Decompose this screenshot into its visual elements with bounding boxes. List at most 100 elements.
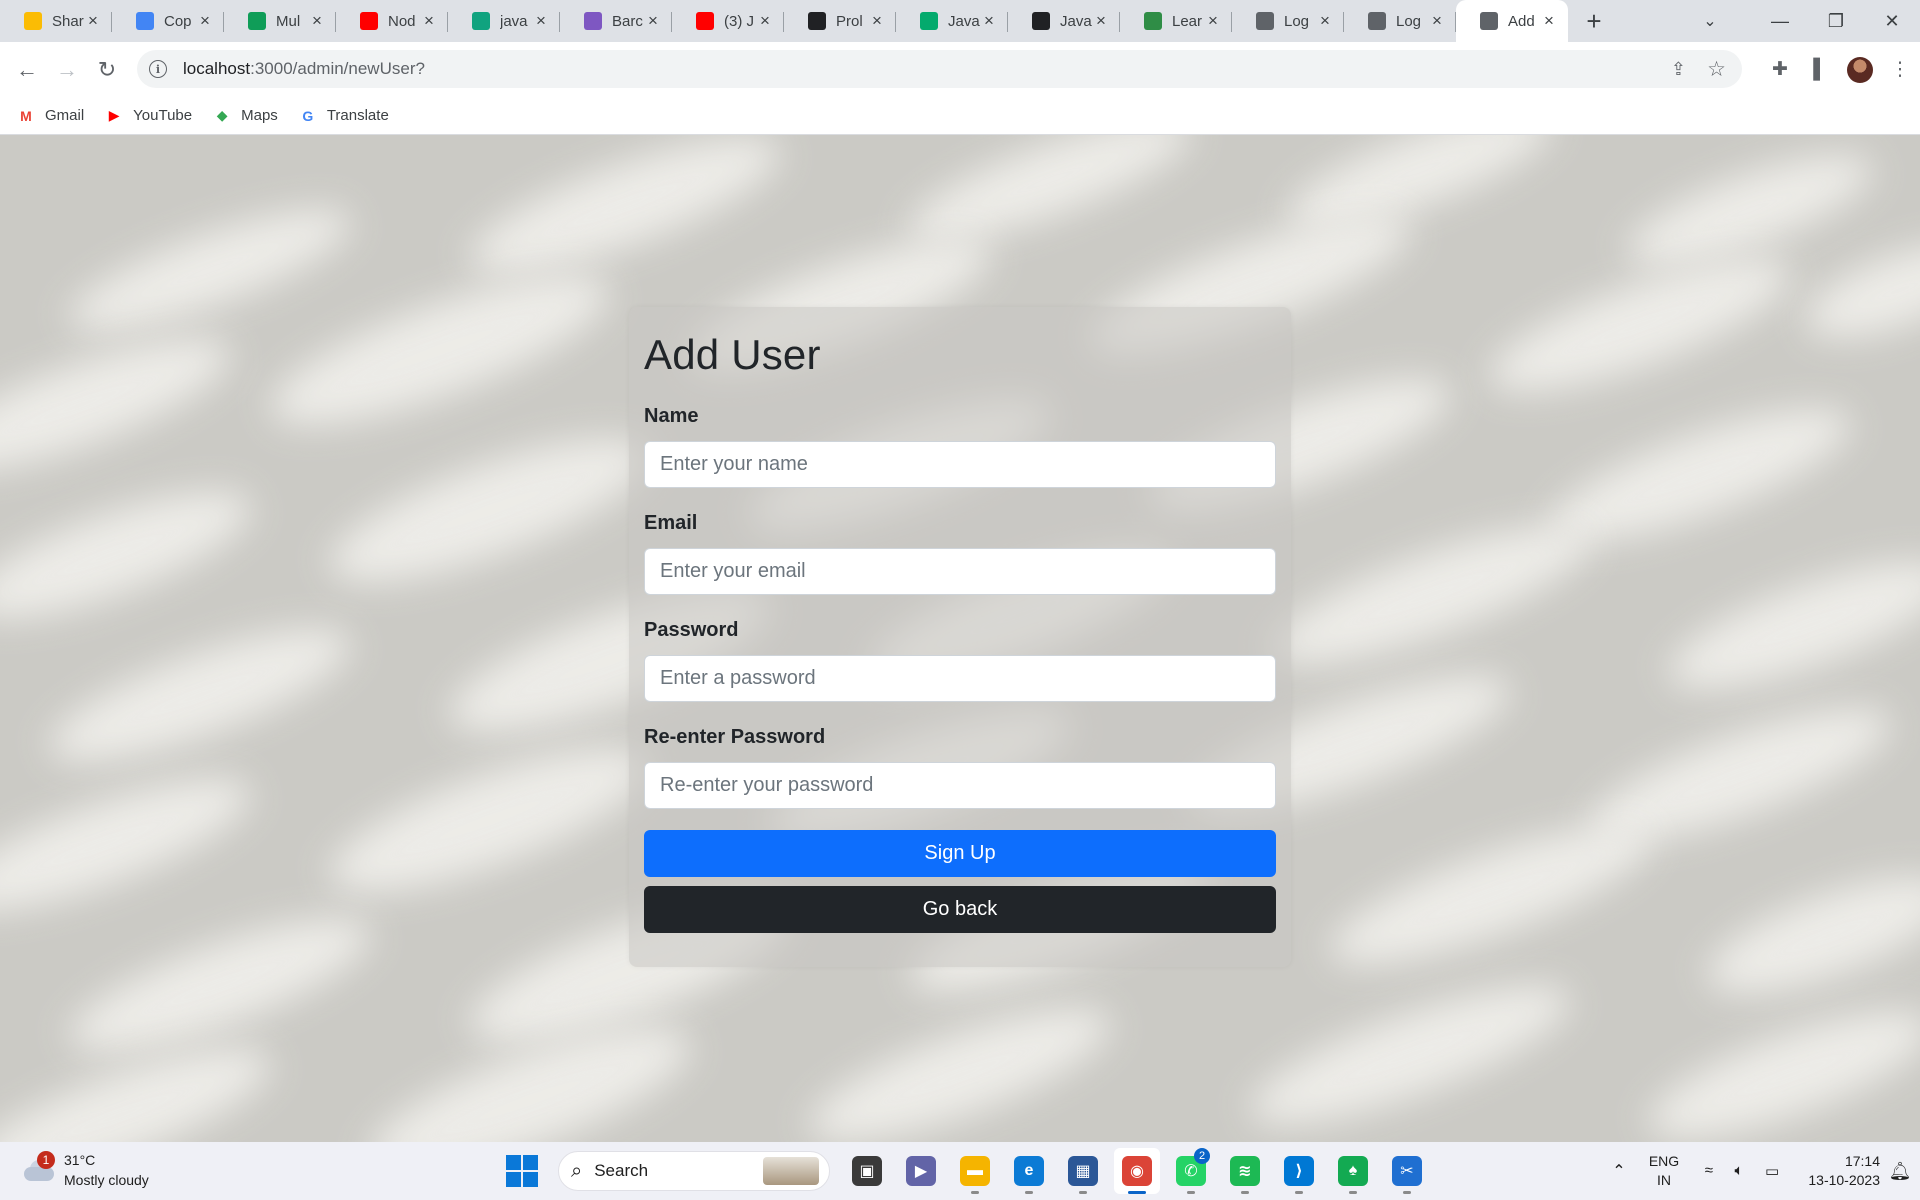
close-tab-icon[interactable]: × — [196, 11, 214, 31]
bookmark-gmail[interactable]: M Gmail — [16, 107, 84, 124]
tab-search-chevron-icon[interactable]: ⌄ — [1690, 0, 1730, 42]
medium-icon — [1032, 12, 1050, 30]
tab-title: Log — [1396, 12, 1422, 30]
tab-title: Cop — [164, 12, 192, 30]
bookmark-youtube[interactable]: ▶ YouTube — [104, 107, 192, 124]
taskbar-app-file-explorer[interactable]: ▬ — [952, 1148, 998, 1194]
close-tab-icon[interactable]: × — [756, 11, 774, 31]
edge-icon: e — [1014, 1156, 1044, 1186]
close-tab-icon[interactable]: × — [1428, 11, 1446, 31]
browser-tab[interactable]: Log × — [1232, 0, 1344, 42]
browser-toolbar: ← → ↻ i localhost:3000/admin/newUser? ⇪ … — [0, 42, 1920, 97]
new-tab-button[interactable]: + — [1574, 0, 1614, 42]
close-tab-icon[interactable]: × — [1092, 11, 1110, 31]
name-group: Name — [644, 405, 1276, 488]
task-view-icon: ▣ — [852, 1156, 882, 1186]
close-tab-icon[interactable]: × — [1316, 11, 1334, 31]
taskbar-app-snipping-tool[interactable]: ✂ — [1384, 1148, 1430, 1194]
taskbar-app-spotify[interactable]: ≋ — [1222, 1148, 1268, 1194]
bookmark-maps[interactable]: ◆ Maps — [212, 107, 278, 124]
forward-arrow-icon[interactable]: → — [47, 50, 87, 90]
add-user-card: Add User Name Email Password Re-enter Pa… — [629, 307, 1291, 967]
close-tab-icon[interactable]: × — [868, 11, 886, 31]
reload-icon[interactable]: ↻ — [87, 50, 127, 90]
region-code: IN — [1657, 1172, 1671, 1188]
sign-up-button[interactable]: Sign Up — [644, 830, 1276, 877]
minimize-button[interactable]: — — [1752, 0, 1808, 42]
weather-widget[interactable]: 1 31°C Mostly cloudy — [22, 1150, 149, 1190]
address-bar[interactable]: i localhost:3000/admin/newUser? ⇪ ☆ — [137, 50, 1742, 88]
windows-start-icon[interactable] — [506, 1155, 538, 1187]
password-label: Password — [644, 619, 739, 641]
close-tab-icon[interactable]: × — [84, 11, 102, 31]
go-back-button[interactable]: Go back — [644, 886, 1276, 933]
url-path: :3000/admin/newUser? — [250, 59, 425, 78]
browser-menu-icon[interactable]: ⋮ — [1880, 50, 1920, 90]
taskbar-app-chrome[interactable]: ◉ — [1114, 1148, 1160, 1194]
youtube-icon: ▶ — [108, 107, 120, 123]
extensions-puzzle-icon[interactable]: ✚ — [1760, 50, 1800, 90]
w3schools-icon — [920, 12, 938, 30]
email-input[interactable] — [644, 548, 1276, 595]
clock-date: 13-10-2023 — [1808, 1172, 1880, 1188]
close-tab-icon[interactable]: × — [1204, 11, 1222, 31]
close-window-button[interactable]: ✕ — [1864, 0, 1920, 42]
browser-tab[interactable]: Add × — [1456, 0, 1568, 42]
taskbar-app-vscode[interactable]: ⟩ — [1276, 1148, 1322, 1194]
system-tray: ⌃ ENG IN ≈ 🔈︎ ▭ 17:14 13-10-2023 🔔︎ — [1604, 1142, 1920, 1200]
site-info-icon[interactable]: i — [149, 60, 167, 78]
taskbar-app-teams[interactable]: ▶ — [898, 1148, 944, 1194]
browser-tab[interactable]: Nod × — [336, 0, 448, 42]
bookmark-translate[interactable]: G Translate — [298, 107, 388, 124]
youtube-icon — [696, 12, 714, 30]
name-label: Name — [644, 405, 699, 427]
taskbar-app-edge[interactable]: e — [1006, 1148, 1052, 1194]
microsoft-store-icon: ▦ — [1068, 1156, 1098, 1186]
confirm-password-input[interactable] — [644, 762, 1276, 809]
tab-title: Mul — [276, 12, 301, 30]
browser-tab[interactable]: Log × — [1344, 0, 1456, 42]
side-panel-icon[interactable]: ▌ — [1800, 50, 1840, 90]
close-tab-icon[interactable]: × — [1540, 11, 1558, 31]
browser-tab[interactable]: Java × — [896, 0, 1008, 42]
taskbar-app-mongodb-compass[interactable]: ♠ — [1330, 1148, 1376, 1194]
close-tab-icon[interactable]: × — [420, 11, 438, 31]
spotify-icon: ≋ — [1230, 1156, 1260, 1186]
name-input[interactable] — [644, 441, 1276, 488]
browser-tab[interactable]: Lear × — [1120, 0, 1232, 42]
restore-button[interactable]: ❐ — [1808, 0, 1864, 42]
browser-tab[interactable]: Barc × — [560, 0, 672, 42]
tab-title: Java — [948, 12, 980, 30]
share-icon[interactable]: ⇪ — [1671, 59, 1686, 80]
vscode-icon: ⟩ — [1284, 1156, 1314, 1186]
taskbar-search[interactable]: ⌕ Search — [558, 1151, 830, 1191]
language-indicator[interactable]: ENG IN — [1634, 1152, 1694, 1190]
bookmark-star-icon[interactable]: ☆ — [1707, 57, 1726, 82]
notification-bell-icon[interactable]: 🔔︎ — [1880, 1161, 1920, 1182]
back-arrow-icon[interactable]: ← — [7, 50, 47, 90]
toolbar-actions: ✚ ▌ ⋮ — [1760, 42, 1920, 97]
close-tab-icon[interactable]: × — [308, 11, 326, 31]
browser-tab[interactable]: java × — [448, 0, 560, 42]
windows-taskbar: 1 31°C Mostly cloudy ⌕ Search ▣ ▶ ▬ e ▦ ◉ ✆ 2 ≋ ⟩… — [0, 1142, 1920, 1200]
tray-status-icons[interactable]: ≈ 🔈︎ ▭ — [1694, 1162, 1790, 1180]
browser-tab[interactable]: Java × — [1008, 0, 1120, 42]
browser-tab[interactable]: Mul × — [224, 0, 336, 42]
taskbar-app-task-view[interactable]: ▣ — [844, 1148, 890, 1194]
page-background: Add User Name Email Password Re-enter Pa… — [0, 135, 1920, 1142]
clock[interactable]: 17:14 13-10-2023 — [1790, 1152, 1880, 1190]
bookmarks-bar: M Gmail ▶ YouTube ◆ Maps G Translate — [0, 97, 1920, 135]
profile-avatar[interactable] — [1847, 56, 1873, 83]
close-tab-icon[interactable]: × — [532, 11, 550, 31]
close-tab-icon[interactable]: × — [644, 11, 662, 31]
show-hidden-icons-chevron-icon[interactable]: ⌃ — [1604, 1161, 1634, 1181]
taskbar-app-whatsapp[interactable]: ✆ 2 — [1168, 1148, 1214, 1194]
browser-tab[interactable]: Cop × — [112, 0, 224, 42]
password-input[interactable] — [644, 655, 1276, 702]
browser-tab[interactable]: (3) J × — [672, 0, 784, 42]
browser-tab[interactable]: Shar × — [0, 0, 112, 42]
close-tab-icon[interactable]: × — [980, 11, 998, 31]
browser-tab[interactable]: Prol × — [784, 0, 896, 42]
taskbar-app-microsoft-store[interactable]: ▦ — [1060, 1148, 1106, 1194]
email-label: Email — [644, 512, 698, 534]
